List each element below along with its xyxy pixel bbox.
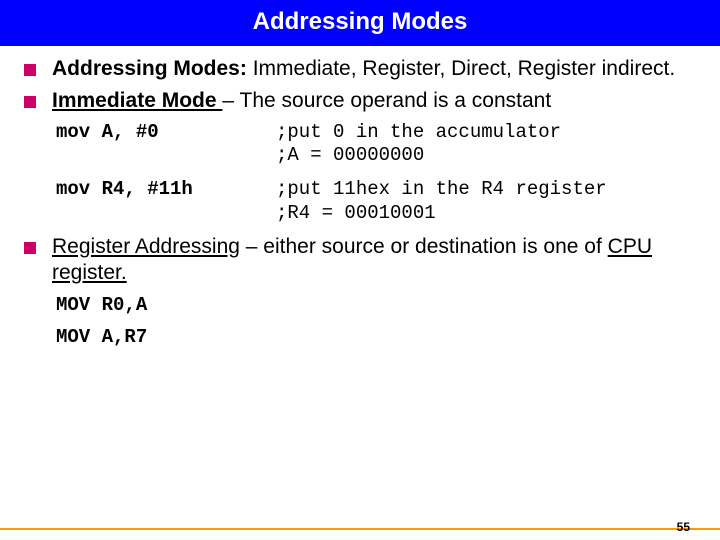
bullet-2-lead: Immediate Mode (52, 89, 222, 112)
bullet-icon (24, 242, 36, 254)
slide-title: Addressing Modes (253, 8, 468, 35)
code-instr: mov A, #0 (56, 121, 276, 145)
code-comment: ;put 0 in the accumulator (276, 121, 700, 145)
example-1: MOV R0,A (56, 294, 700, 318)
bullet-2: Immediate Mode – The source operand is a… (24, 88, 700, 114)
code-blank (56, 202, 276, 226)
bullet-3-rest: – either source or destination is one of (240, 235, 608, 258)
bullet-icon (24, 64, 36, 76)
page-number: 55 (677, 520, 690, 534)
code-row: ;R4 = 00010001 (56, 202, 700, 226)
bullet-2-text: Immediate Mode – The source operand is a… (52, 88, 700, 114)
bullet-1-rest: Immediate, Register, Direct, Register in… (247, 57, 675, 80)
bullet-3: Register Addressing – either source or d… (24, 234, 700, 287)
code-comment: ;R4 = 00010001 (276, 202, 700, 226)
slide-header: Addressing Modes (0, 0, 720, 46)
bullet-1-lead: Addressing Modes: (52, 57, 247, 80)
bullet-3-lead: Register Addressing (52, 235, 240, 258)
slide-footer: 55 (0, 528, 720, 532)
code-comment: ;A = 00000000 (276, 144, 700, 168)
code-gap (56, 168, 700, 178)
code-block-1: mov A, #0 ;put 0 in the accumulator ;A =… (56, 121, 700, 226)
bullet-2-rest: – The source operand is a constant (222, 89, 551, 112)
bullet-1: Addressing Modes: Immediate, Register, D… (24, 56, 700, 82)
code-blank (56, 144, 276, 168)
code-comment: ;put 11hex in the R4 register (276, 178, 700, 202)
code-row: ;A = 00000000 (56, 144, 700, 168)
bullet-3-text: Register Addressing – either source or d… (52, 234, 700, 287)
slide-content: Addressing Modes: Immediate, Register, D… (0, 46, 720, 350)
example-2: MOV A,R7 (56, 326, 700, 350)
code-instr: mov R4, #11h (56, 178, 276, 202)
code-row: mov R4, #11h ;put 11hex in the R4 regist… (56, 178, 700, 202)
bullet-icon (24, 96, 36, 108)
code-row: mov A, #0 ;put 0 in the accumulator (56, 121, 700, 145)
bullet-1-text: Addressing Modes: Immediate, Register, D… (52, 56, 700, 82)
